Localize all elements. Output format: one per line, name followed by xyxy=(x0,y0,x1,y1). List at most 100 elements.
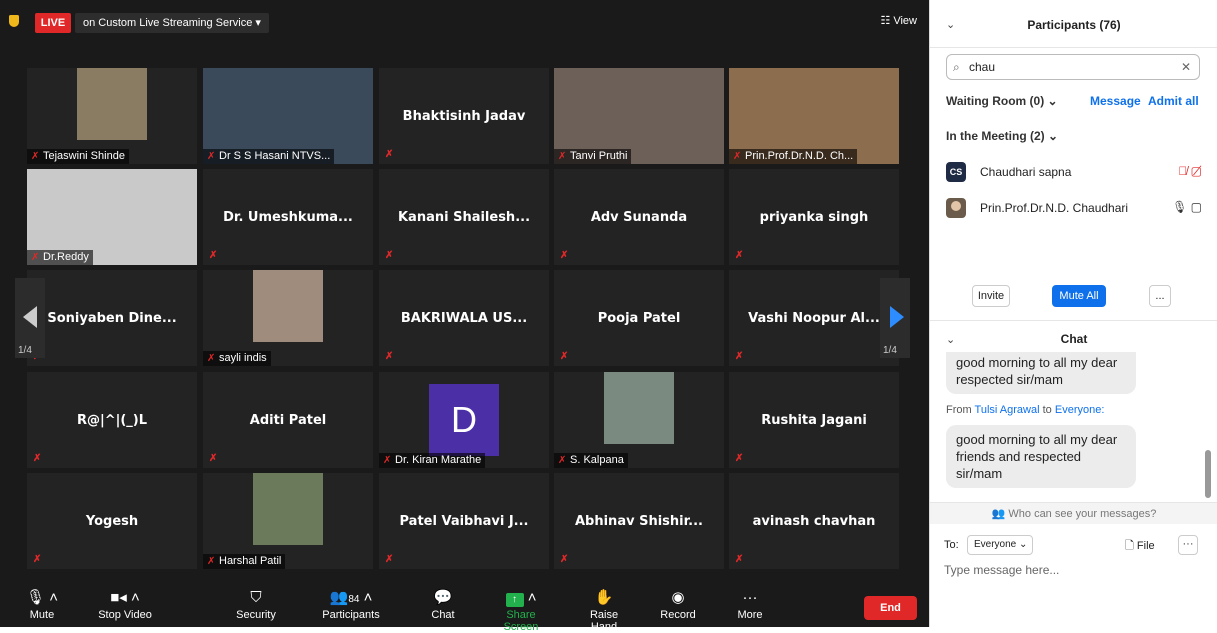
video-tile[interactable]: S. Kalpana xyxy=(554,372,724,468)
prev-page-button[interactable]: 1/4 xyxy=(15,278,45,358)
participant-name: Yogesh xyxy=(85,513,139,529)
chat-more-button[interactable]: ··· xyxy=(1178,535,1198,555)
video-tile[interactable]: Dr. Umeshkuma... ✗ xyxy=(203,169,373,265)
encryption-shield-icon[interactable] xyxy=(9,15,19,27)
chat-title: Chat xyxy=(1060,332,1088,346)
muted-mic-icon: ✗ xyxy=(735,351,744,362)
muted-mic-icon: ✗ xyxy=(560,351,569,362)
muted-mic-icon: ✗ xyxy=(735,554,744,565)
muted-mic-icon: ✗ xyxy=(385,351,394,362)
arrow-right-icon xyxy=(890,306,904,328)
video-tile[interactable]: Tanvi Pruthi xyxy=(554,68,724,164)
raise-hand-button[interactable]: ✋ Raise Hand xyxy=(576,585,632,633)
video-tile[interactable]: Dr S S Hasani NTVS... xyxy=(203,68,373,164)
waiting-room-toggle[interactable]: Waiting Room (0) ⌄ xyxy=(946,94,1058,108)
participant-video: D xyxy=(429,384,499,456)
chat-message: good morning to all my dear friends and … xyxy=(946,425,1136,488)
video-tile[interactable]: DDr. Kiran Marathe xyxy=(379,372,549,468)
security-button[interactable]: ⛉ Security xyxy=(232,585,280,627)
file-button[interactable]: 🗋 File xyxy=(1125,537,1155,556)
muted-mic-icon: ✗ xyxy=(385,250,394,261)
participants-actions: Invite Mute All ... xyxy=(930,285,1217,307)
video-tile[interactable]: Vashi Noopur Al... ✗ xyxy=(729,270,899,366)
video-gallery: LIVE on Custom Live Streaming Service ▾ … xyxy=(0,0,929,633)
to-label: To: xyxy=(944,539,959,551)
video-tile[interactable]: Yogesh ✗ xyxy=(27,473,197,569)
participant-name-label: Tanvi Pruthi xyxy=(554,149,632,164)
participant-video xyxy=(604,372,674,444)
video-camera-icon: ■◂ ˄ xyxy=(110,589,140,606)
participant-name: Aditi Patel xyxy=(249,412,327,428)
participant-name: R@|^|(_)L xyxy=(76,412,148,428)
arrow-left-icon xyxy=(23,306,37,328)
video-tile[interactable]: Tejaswini Shinde xyxy=(27,68,197,164)
video-tile[interactable]: Adv Sunanda ✗ xyxy=(554,169,724,265)
who-can-see-link[interactable]: 👥 Who can see your messages? xyxy=(930,502,1217,524)
video-tile[interactable]: Kanani Shailesh... ✗ xyxy=(379,169,549,265)
admit-all-link[interactable]: Admit all xyxy=(1148,94,1199,108)
participant-name: Soniyaben Dine... xyxy=(47,310,177,326)
video-tile[interactable]: sayli indis xyxy=(203,270,373,366)
chat-button[interactable]: 💬 Chat xyxy=(428,585,458,627)
video-tile[interactable]: Prin.Prof.Dr.N.D. Ch... xyxy=(729,68,899,164)
muted-mic-icon: ✗ xyxy=(735,250,744,261)
participant-name-label: Harshal Patil xyxy=(203,554,286,569)
record-button[interactable]: ◉ Record xyxy=(658,585,698,627)
video-tile[interactable]: Aditi Patel ✗ xyxy=(203,372,373,468)
end-meeting-button[interactable]: End xyxy=(864,596,917,620)
chat-scrollbar[interactable] xyxy=(1205,450,1211,498)
record-icon: ◉ xyxy=(671,589,685,606)
participant-video xyxy=(253,473,323,545)
video-tile[interactable]: Pooja Patel ✗ xyxy=(554,270,724,366)
participant-row[interactable]: Prin.Prof.Dr.N.D. Chaudhari 🎙 ▢ xyxy=(946,196,1202,220)
more-button[interactable]: ··· More xyxy=(733,585,767,627)
people-icon: 👥 xyxy=(991,508,1009,520)
video-tile[interactable]: Soniyaben Dine...✗ xyxy=(27,270,197,366)
in-meeting-toggle[interactable]: In the Meeting (2) ⌄ xyxy=(946,129,1058,143)
muted-mic-icon: ✗ xyxy=(33,554,42,565)
next-page-button[interactable]: 1/4 xyxy=(880,278,910,358)
live-streaming-dropdown[interactable]: on Custom Live Streaming Service ▾ xyxy=(75,13,269,33)
file-icon: 🗋 xyxy=(1125,540,1137,552)
participant-search-input[interactable]: ⌕ chau ✕ xyxy=(946,54,1200,80)
video-tile[interactable]: Dr.Reddy xyxy=(27,169,197,265)
participants-icon: 👥84 ˄ xyxy=(329,589,373,606)
sender-name[interactable]: Tulsi Agrawal xyxy=(975,404,1040,416)
recipient-dropdown[interactable]: Everyone ⌄ xyxy=(967,535,1033,555)
participant-name: Pooja Patel xyxy=(597,310,681,326)
participant-name: Kanani Shailesh... xyxy=(397,209,531,225)
muted-mic-icon: ✗ xyxy=(560,250,569,261)
mute-button[interactable]: 🎙 ˄ Mute xyxy=(22,585,62,627)
video-tile[interactable]: Abhinav Shishir... ✗ xyxy=(554,473,724,569)
participant-name: Patel Vaibhavi J... xyxy=(399,513,529,529)
clear-search-icon[interactable]: ✕ xyxy=(1181,55,1191,79)
stop-video-button[interactable]: ■◂ ˄ Stop Video xyxy=(90,585,160,627)
video-tile[interactable]: Rushita Jagani ✗ xyxy=(729,372,899,468)
more-options-button[interactable]: ... xyxy=(1149,285,1171,307)
waiting-room-message-link[interactable]: Message xyxy=(1090,94,1141,108)
video-tile[interactable]: Harshal Patil xyxy=(203,473,373,569)
muted-mic-icon: ✗ xyxy=(385,149,394,160)
live-badge[interactable]: LIVE xyxy=(35,13,71,33)
video-tile[interactable]: Patel Vaibhavi J... ✗ xyxy=(379,473,549,569)
participant-name: Bhaktisinh Jadav xyxy=(402,108,526,124)
video-tile[interactable]: Bhaktisinh Jadav ✗ xyxy=(379,68,549,164)
participant-name: avinash chavhan xyxy=(752,513,876,529)
muted-mic-icon: ✗ xyxy=(560,554,569,565)
mute-all-button[interactable]: Mute All xyxy=(1052,285,1106,307)
participants-button[interactable]: 👥84 ˄ Participants xyxy=(318,585,384,627)
video-tile[interactable]: R@|^|(_)L ✗ xyxy=(27,372,197,468)
muted-mic-icon: ✗ xyxy=(209,453,218,464)
participant-row[interactable]: CS Chaudhari sapna 🎙̸ ▢̸ xyxy=(946,160,1202,184)
video-tile[interactable]: priyanka singh ✗ xyxy=(729,169,899,265)
muted-mic-icon: ✗ xyxy=(735,453,744,464)
video-tile[interactable]: avinash chavhan ✗ xyxy=(729,473,899,569)
share-screen-button[interactable]: ↑ ˄ Share Screen xyxy=(488,585,554,633)
chat-message-input[interactable]: Type message here... xyxy=(944,563,1059,577)
participants-header: ⌄ Participants (76) xyxy=(930,0,1217,48)
invite-button[interactable]: Invite xyxy=(972,285,1010,307)
video-tile[interactable]: BAKRIWALA US... ✗ xyxy=(379,270,549,366)
view-button[interactable]: ☷ View xyxy=(880,14,917,27)
recipient-name[interactable]: Everyone: xyxy=(1055,404,1105,416)
participant-name: Dr. Umeshkuma... xyxy=(223,209,353,225)
